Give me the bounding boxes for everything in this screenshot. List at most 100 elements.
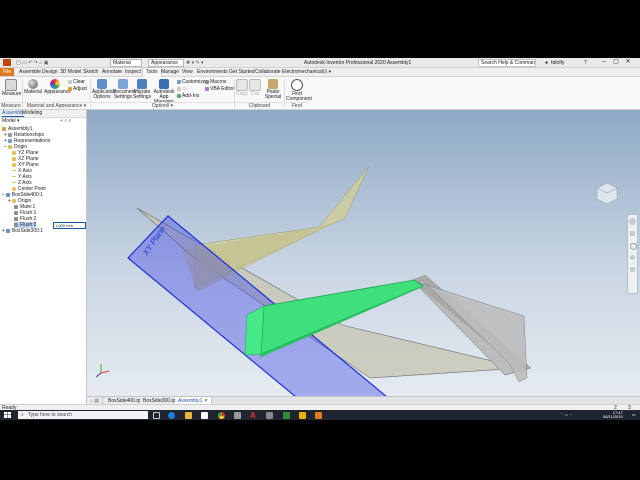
minimize-button[interactable]: – bbox=[600, 59, 608, 66]
ribbon-panel: Measure Material Appearance Clear Adjust… bbox=[0, 77, 640, 115]
plane-icon bbox=[12, 163, 16, 167]
plane-icon bbox=[12, 151, 16, 155]
clock[interactable]: 17:47 06/11/2019 bbox=[603, 411, 623, 419]
offset-value-input[interactable]: 1.000 mm bbox=[53, 222, 86, 229]
application-options-button[interactable]: Application Options bbox=[92, 79, 117, 100]
orbit-icon[interactable] bbox=[630, 255, 635, 260]
steering-wheel-icon[interactable] bbox=[629, 218, 636, 225]
zoom-icon[interactable] bbox=[630, 243, 637, 250]
maximize-button[interactable]: ▢ bbox=[612, 59, 620, 66]
windows-start-icon[interactable] bbox=[4, 412, 11, 418]
group-material[interactable]: Material and Appearance ▾ bbox=[23, 102, 90, 109]
store-icon[interactable] bbox=[201, 412, 208, 419]
model-browser: Assembly Modeling Model ▾ + ⌕ ≡ Assembly… bbox=[0, 110, 87, 413]
copy-button[interactable]: Copy bbox=[236, 79, 248, 97]
group-options[interactable]: Options ▾ bbox=[91, 102, 234, 109]
group-measure[interactable]: Measure ▾ bbox=[0, 102, 22, 115]
look-at-icon[interactable] bbox=[630, 267, 635, 272]
close-button[interactable]: ✕ bbox=[624, 59, 632, 66]
help-search-input[interactable]: Search Help & Commands... bbox=[478, 59, 536, 67]
title-bar: ▢ ▭ ↶ ↷ ⌂ ▣ Material Appearance ✚ ▾ ✎ ▾ … bbox=[0, 58, 640, 68]
appearance-button[interactable]: Appearance bbox=[44, 79, 71, 95]
appearance-dropdown[interactable]: Appearance bbox=[148, 59, 184, 67]
help-button[interactable]: ? bbox=[584, 60, 587, 66]
browser-model-row[interactable]: Model ▾ bbox=[2, 119, 20, 124]
browser-tool-icons[interactable]: + ⌕ ≡ bbox=[60, 119, 71, 124]
material-button[interactable]: Material bbox=[24, 79, 42, 95]
axis-triad-icon bbox=[95, 364, 110, 378]
appearance-sphere-icon bbox=[50, 79, 60, 89]
clear-button[interactable]: Clear bbox=[68, 80, 85, 85]
cut-label: Cut bbox=[251, 91, 259, 97]
taskbar-search-input[interactable]: ⌕ Type here to search bbox=[18, 411, 148, 419]
tab-inspect[interactable]: Inspect bbox=[122, 68, 144, 76]
paste-special-button[interactable]: Paste Special bbox=[264, 79, 282, 100]
user-icon[interactable]: ● bbox=[545, 60, 548, 66]
folder-icon bbox=[7, 145, 12, 149]
inventor-logo-icon[interactable] bbox=[3, 59, 11, 66]
file-explorer-icon[interactable] bbox=[185, 412, 192, 419]
representations-icon bbox=[7, 139, 12, 143]
quick-access-icons[interactable]: ▢ ▭ ↶ ↷ ⌂ ▣ bbox=[16, 60, 49, 66]
clock-date: 06/11/2019 bbox=[603, 414, 623, 419]
browser-header: Assembly Modeling bbox=[0, 110, 86, 118]
cut-button[interactable]: Cut bbox=[249, 79, 261, 97]
acrobat-icon[interactable]: A bbox=[250, 412, 257, 420]
quick-access-tools[interactable]: ✚ ▾ ✎ ▾ bbox=[186, 60, 204, 66]
view-cube[interactable] bbox=[596, 182, 618, 205]
notifications-icon[interactable]: ▭ bbox=[632, 413, 636, 417]
model-view[interactable]: XY Plane bbox=[87, 110, 640, 396]
tab-file[interactable]: File bbox=[0, 68, 15, 76]
magnifier-icon bbox=[291, 79, 303, 91]
inventor-taskbar-icon[interactable] bbox=[315, 412, 322, 419]
pan-icon[interactable] bbox=[630, 231, 635, 236]
tray-icons[interactable]: ⌃ ▭ ◔ bbox=[560, 413, 572, 417]
mail-icon[interactable] bbox=[234, 412, 241, 419]
edge-icon[interactable] bbox=[168, 412, 175, 419]
measure-button[interactable]: Measure bbox=[2, 79, 21, 97]
material-label: Material bbox=[24, 89, 42, 95]
macros-small-button[interactable]: ▭ bbox=[177, 87, 187, 92]
copy-label: Copy bbox=[236, 91, 248, 97]
find-component-button[interactable]: Find Component bbox=[286, 79, 312, 102]
macros-small-icon bbox=[177, 87, 181, 91]
chrome-icon[interactable] bbox=[218, 412, 225, 419]
excel-icon[interactable] bbox=[283, 412, 290, 419]
adjust-button[interactable]: Adjust bbox=[68, 87, 87, 92]
application-options-label: Application Options bbox=[92, 89, 117, 100]
plane-icon bbox=[12, 157, 16, 161]
customize-button[interactable]: Customize bbox=[177, 80, 206, 85]
folder-icon bbox=[11, 199, 16, 203]
find-component-label: Find Component bbox=[286, 91, 312, 102]
clipboard-icon bbox=[268, 79, 278, 89]
ribbon-tabs: File Assemble Design 3D Model Sketch Ann… bbox=[0, 67, 640, 77]
task-view-icon[interactable] bbox=[153, 412, 160, 419]
part-icon bbox=[5, 193, 10, 197]
macros-icon bbox=[205, 80, 209, 84]
browser-tab-assembly[interactable]: Assembly bbox=[2, 111, 24, 117]
document-settings-label: Document Settings bbox=[113, 89, 136, 100]
search-icon: ⌕ bbox=[21, 412, 24, 418]
migrate-settings-button[interactable]: Migrate Settings bbox=[133, 79, 151, 100]
macros-button[interactable]: Macros bbox=[205, 80, 226, 85]
vba-editor-button[interactable]: VBA Editor bbox=[205, 87, 234, 92]
appearance-label: Appearance bbox=[44, 89, 71, 95]
material-dropdown[interactable]: Material bbox=[110, 59, 142, 67]
vba-editor-icon bbox=[205, 87, 209, 91]
tree-boxside300[interactable]: + BoxSide300:1 bbox=[2, 228, 43, 234]
graphics-viewport[interactable]: XY Plane bbox=[87, 110, 640, 396]
customize-label: Customize bbox=[182, 79, 206, 85]
navigation-bar[interactable] bbox=[627, 214, 638, 294]
calculator-icon[interactable] bbox=[266, 412, 273, 419]
model-label: Model bbox=[2, 118, 16, 124]
pinned-app-icon[interactable] bbox=[299, 412, 306, 419]
document-settings-button[interactable]: Document Settings bbox=[113, 79, 136, 100]
axis-icon bbox=[12, 170, 16, 171]
user-name[interactable]: fafolfy bbox=[551, 60, 564, 66]
tab-electromechanical[interactable]: Electromechanical bbox=[279, 68, 326, 76]
constraint-icon bbox=[14, 223, 18, 227]
addins-button[interactable]: Add-Ins bbox=[177, 94, 199, 99]
browser-tab-modeling[interactable]: Modeling bbox=[22, 111, 42, 116]
constraint-icon bbox=[14, 217, 18, 221]
ribbon-more-icon[interactable]: ⊡ ▾ bbox=[320, 68, 334, 76]
